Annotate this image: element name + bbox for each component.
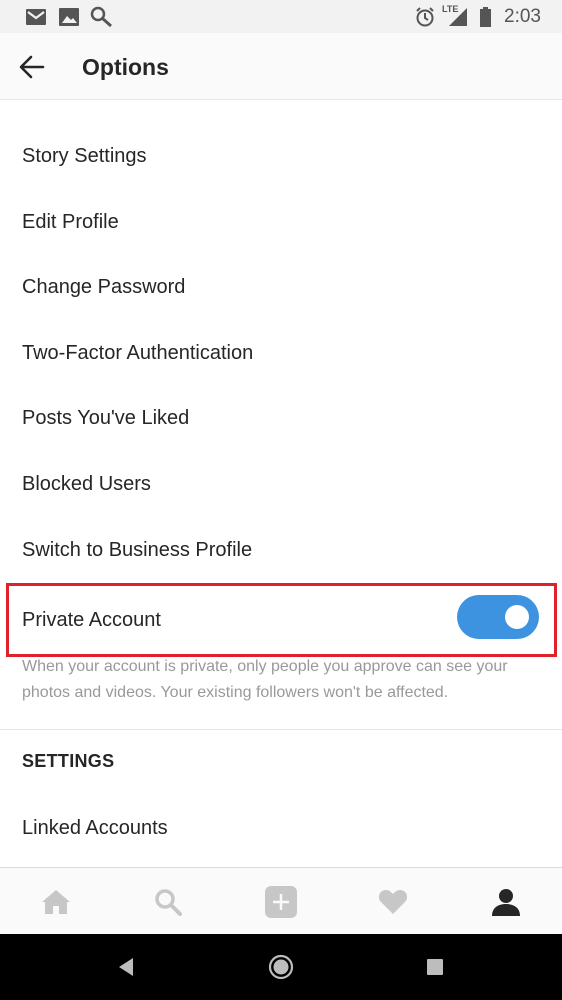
back-triangle-icon (119, 958, 133, 976)
tab-search[interactable] (112, 868, 224, 935)
toggle-knob (505, 605, 529, 629)
menu-item-switch-business-profile[interactable]: Switch to Business Profile (0, 518, 562, 582)
system-back-button[interactable] (86, 934, 166, 1000)
recents-square-icon (427, 959, 443, 975)
arrow-left-icon (19, 55, 45, 79)
private-account-toggle[interactable] (457, 595, 539, 639)
app-notification-icon (88, 6, 114, 28)
battery-icon (478, 6, 492, 28)
menu-item-posts-liked[interactable]: Posts You've Liked (0, 386, 562, 450)
gmail-icon (25, 6, 47, 28)
tab-activity[interactable] (337, 868, 449, 935)
private-account-description: When your account is private, only peopl… (22, 658, 508, 701)
menu-item-linked-accounts[interactable]: Linked Accounts (0, 796, 562, 860)
menu-item-blocked-users[interactable]: Blocked Users (0, 452, 562, 516)
status-time: 2:03 (504, 6, 541, 27)
system-navigation-bar (0, 934, 562, 1000)
settings-section-header: SETTINGS (22, 751, 115, 771)
page-title: Options (82, 54, 169, 80)
signal-icon (448, 6, 468, 28)
tab-add-post[interactable] (225, 868, 337, 935)
bottom-tab-bar (0, 867, 562, 934)
alarm-icon (414, 6, 436, 28)
search-icon (155, 888, 182, 916)
profile-icon (492, 888, 520, 916)
private-account-row: Private Account (6, 583, 557, 657)
activity-heart-icon (378, 889, 408, 914)
menu-item-two-factor-authentication[interactable]: Two-Factor Authentication (0, 321, 562, 385)
home-icon (42, 889, 70, 914)
photos-icon (58, 6, 80, 28)
tab-profile[interactable] (450, 868, 562, 935)
section-divider (0, 729, 562, 730)
menu-item-change-password[interactable]: Change Password (0, 255, 562, 319)
tab-home[interactable] (0, 868, 112, 935)
system-home-button[interactable] (241, 934, 321, 1000)
menu-item-story-settings[interactable]: Story Settings (0, 124, 562, 188)
add-post-icon (265, 885, 297, 918)
status-bar: LTE 2:03 (0, 0, 562, 33)
private-account-label: Private Account (22, 608, 161, 631)
back-button[interactable] (14, 50, 50, 84)
home-circle-icon (268, 954, 294, 980)
header-bar: Options (0, 33, 562, 100)
system-recents-button[interactable] (395, 934, 475, 1000)
menu-item-edit-profile[interactable]: Edit Profile (0, 190, 562, 254)
